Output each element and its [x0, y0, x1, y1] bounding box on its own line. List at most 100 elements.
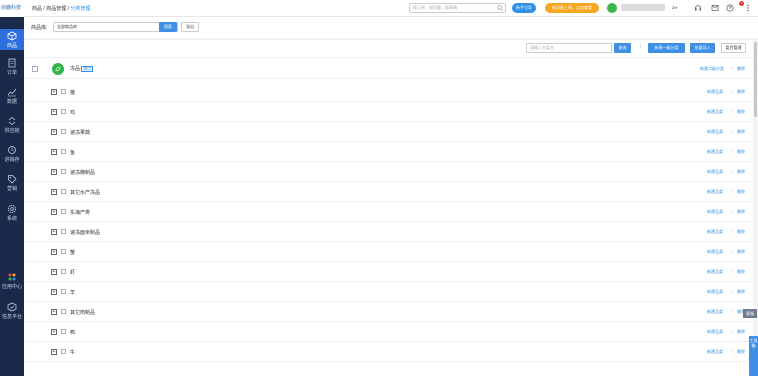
- delete-link[interactable]: 删除: [737, 209, 745, 215]
- delete-link[interactable]: 删除: [737, 349, 745, 355]
- add-category-link[interactable]: 新建品类: [707, 269, 723, 275]
- sidebar: 尚鹿科技 商品 订单 数据 供应链 进销存 营销 系统 应用中心 信息平台: [0, 0, 24, 376]
- table-row: + 虾 新建品类 | 删除: [24, 262, 753, 282]
- add-category-link[interactable]: 新建品类: [707, 169, 723, 175]
- add-category-link[interactable]: 新建品类: [707, 109, 723, 115]
- add-category-link[interactable]: 新建品类: [707, 189, 723, 195]
- row-checkbox[interactable]: [61, 329, 66, 334]
- search-button[interactable]: 搜索: [159, 22, 177, 32]
- toolbox-panel[interactable]: 工具箱: [749, 336, 758, 376]
- query-button[interactable]: 查询: [614, 43, 631, 53]
- scrollbar-thumb[interactable]: [754, 42, 757, 117]
- root-checkbox[interactable]: [32, 66, 38, 72]
- row-checkbox[interactable]: [61, 209, 66, 214]
- breadcrumb-item[interactable]: 商品管理: [46, 6, 66, 12]
- add-category-link[interactable]: 新建品类: [707, 309, 723, 315]
- row-checkbox[interactable]: [61, 289, 66, 294]
- row-checkbox[interactable]: [61, 109, 66, 114]
- delete-link[interactable]: 删除: [737, 109, 745, 115]
- expand-icon[interactable]: +: [51, 109, 57, 115]
- delete-link[interactable]: 删除: [737, 149, 745, 155]
- category-toolbar: 请输入分类名 查询 ⋮ 新建一级分类 批量导入 类目管理: [24, 40, 753, 56]
- sidebar-item-data[interactable]: 数据: [0, 87, 24, 105]
- row-checkbox[interactable]: [61, 229, 66, 234]
- batch-import-button[interactable]: 批量导入: [690, 43, 715, 53]
- add-category-link[interactable]: 新建品类: [707, 249, 723, 255]
- delete-link[interactable]: 删除: [737, 169, 745, 175]
- delete-link[interactable]: 删除: [737, 189, 745, 195]
- sidebar-item-orders[interactable]: 订单: [0, 58, 24, 76]
- expand-icon[interactable]: +: [51, 269, 57, 275]
- delete-link[interactable]: 删除: [737, 249, 745, 255]
- expand-icon[interactable]: +: [51, 309, 57, 315]
- add-category-link[interactable]: 新建品类: [707, 209, 723, 215]
- sidebar-item-app-center[interactable]: 应用中心: [0, 272, 24, 290]
- sidebar-item-supply-chain[interactable]: 供应链: [0, 116, 24, 134]
- add-category-link[interactable]: 新建品类: [707, 329, 723, 335]
- search-icon[interactable]: [497, 5, 503, 11]
- add-category-link[interactable]: 新建品类: [707, 129, 723, 135]
- category-name: 牛: [70, 350, 76, 356]
- top-bar: 商品 / 商品管理 / 分类管理 搜订单、搜问题、搜草稿 新手引导 新功能上线，…: [24, 0, 758, 17]
- row-checkbox[interactable]: [61, 89, 66, 94]
- sidebar-item-info-platform[interactable]: 信息平台: [0, 302, 24, 320]
- delete-link[interactable]: 删除: [737, 229, 745, 235]
- category-name: 鸡: [70, 110, 76, 116]
- more-icon[interactable]: [744, 4, 752, 12]
- delete-link[interactable]: 删除: [737, 129, 745, 135]
- new-feature-banner[interactable]: 新功能上线，点击查看: [545, 3, 599, 13]
- add-category-link[interactable]: 新建品类: [707, 89, 723, 95]
- message-icon[interactable]: [711, 4, 719, 12]
- row-checkbox[interactable]: [61, 269, 66, 274]
- global-search-input[interactable]: 搜订单、搜问题、搜草稿: [409, 3, 506, 13]
- expand-icon[interactable]: +: [51, 249, 57, 255]
- row-checkbox[interactable]: [61, 349, 66, 354]
- export-button[interactable]: 导出: [181, 22, 199, 32]
- delete-link[interactable]: 删除: [737, 329, 745, 335]
- expand-icon[interactable]: +: [51, 149, 57, 155]
- breadcrumb-item[interactable]: 商品: [32, 6, 42, 12]
- expand-icon[interactable]: +: [51, 89, 57, 95]
- customer-service-tab[interactable]: 客服: [743, 309, 757, 318]
- add-category-link[interactable]: 新建品类: [707, 349, 723, 355]
- expand-icon[interactable]: +: [51, 349, 57, 355]
- add-category-link[interactable]: 新建品类: [707, 229, 723, 235]
- expand-icon[interactable]: +: [51, 209, 57, 215]
- sidebar-item-products[interactable]: 商品: [0, 29, 24, 50]
- sidebar-item-inventory[interactable]: 进销存: [0, 145, 24, 163]
- help-icon[interactable]: [726, 4, 734, 12]
- delete-link[interactable]: 删除: [737, 289, 745, 295]
- sidebar-item-label: 商品: [6, 43, 17, 49]
- row-checkbox[interactable]: [61, 169, 66, 174]
- row-checkbox[interactable]: [61, 189, 66, 194]
- expand-icon[interactable]: +: [51, 329, 57, 335]
- add-category-link[interactable]: 新建品类: [707, 289, 723, 295]
- row-checkbox[interactable]: [61, 129, 66, 134]
- headset-icon[interactable]: [694, 4, 702, 12]
- table-row: + 速冻果蔬 新建品类 | 删除: [24, 122, 753, 142]
- delete-link[interactable]: 删除: [737, 269, 745, 275]
- language-switch[interactable]: ZH: [672, 5, 677, 10]
- table-row: + 其它肉制品 新建品类 | 删除: [24, 302, 753, 322]
- expand-icon[interactable]: +: [51, 289, 57, 295]
- row-checkbox[interactable]: [61, 309, 66, 314]
- add-subcategory-link[interactable]: 新建二级分类: [700, 66, 724, 72]
- sidebar-item-system[interactable]: 系统: [0, 204, 24, 222]
- expand-icon[interactable]: +: [51, 169, 57, 175]
- expand-icon[interactable]: +: [51, 129, 57, 135]
- new-level1-category-button[interactable]: 新建一级分类: [648, 43, 685, 53]
- help-guide-button[interactable]: 新手引导: [512, 3, 536, 13]
- sidebar-item-label: 应用中心: [1, 284, 22, 290]
- row-checkbox[interactable]: [61, 149, 66, 154]
- expand-icon[interactable]: +: [51, 189, 57, 195]
- avatar[interactable]: [607, 3, 617, 13]
- category-manage-button[interactable]: 类目管理: [721, 43, 746, 53]
- delete-link[interactable]: 删除: [737, 89, 745, 95]
- delete-link[interactable]: 删除: [737, 66, 745, 72]
- add-category-link[interactable]: 新建品类: [707, 149, 723, 155]
- sidebar-item-marketing[interactable]: 营销: [0, 174, 24, 192]
- user-name-blurred[interactable]: [621, 4, 665, 11]
- expand-icon[interactable]: +: [51, 229, 57, 235]
- row-checkbox[interactable]: [61, 249, 66, 254]
- category-search-input[interactable]: 请输入分类名: [526, 43, 612, 53]
